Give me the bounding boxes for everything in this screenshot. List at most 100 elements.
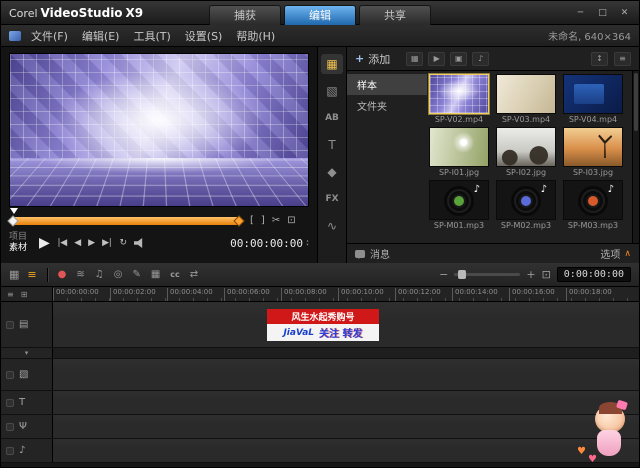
prev-frame-button[interactable]: ◀ <box>74 238 80 248</box>
record-capture-icon[interactable]: ● <box>58 269 67 280</box>
tab-edit[interactable]: 编辑 <box>284 5 356 25</box>
scrollbar-thumb[interactable] <box>634 73 638 131</box>
folder-folder[interactable]: 文件夹 <box>347 95 427 116</box>
media-thumbnail[interactable] <box>429 127 489 167</box>
instant-project-icon[interactable]: ▧ <box>321 81 343 101</box>
zoom-slider-thumb[interactable] <box>458 270 466 279</box>
message-button[interactable]: 消息 <box>355 246 390 261</box>
ruler-label: 00:00:04:00 <box>167 288 213 301</box>
show-all-icon[interactable]: ▦ <box>406 52 423 66</box>
tab-share[interactable]: 共享 <box>359 5 431 25</box>
media-thumbnail[interactable] <box>429 180 489 220</box>
storyboard-view-icon[interactable]: ▦ <box>9 268 19 281</box>
title-track-toggle[interactable] <box>6 399 14 407</box>
repeat-button[interactable]: ↻ <box>119 238 126 248</box>
play-button[interactable]: ▶ <box>39 235 49 251</box>
zoom-in-button[interactable]: + <box>526 268 535 281</box>
filter-icon[interactable]: FX <box>321 189 343 209</box>
home-button[interactable]: ∣◀ <box>57 238 66 248</box>
batch-convert-icon[interactable]: ⇄ <box>190 269 198 280</box>
music-track-toggle[interactable] <box>6 447 14 455</box>
show-audio-icon[interactable]: ♪ <box>472 52 489 66</box>
menu-help[interactable]: 帮助(H) <box>236 28 275 44</box>
voice-track-toggle[interactable] <box>6 423 14 431</box>
library-scrollbar[interactable] <box>632 71 639 243</box>
music-track-lane[interactable] <box>53 439 639 462</box>
enlarge-icon[interactable]: ⊡ <box>287 215 295 226</box>
sort-icon[interactable]: ↕ <box>591 52 608 66</box>
menu-file[interactable]: 文件(F) <box>31 28 68 44</box>
overlay-track-lane[interactable] <box>53 359 639 390</box>
multi-camera-icon[interactable]: ▦ <box>151 269 160 280</box>
media-thumbnail[interactable] <box>429 74 489 114</box>
zoom-out-button[interactable]: − <box>439 268 448 281</box>
title-track-lane[interactable] <box>53 391 639 414</box>
watermark-account-name: 风生水起秀购号 <box>267 309 379 324</box>
overlay-track-toggle[interactable] <box>6 371 14 379</box>
media-thumbnail[interactable] <box>496 180 556 220</box>
show-videos-icon[interactable]: ▶ <box>428 52 445 66</box>
timeline-view-icon[interactable]: ≡ <box>27 268 36 281</box>
mark-out-icon[interactable]: ] <box>261 215 265 226</box>
sound-mixer-icon[interactable]: ≋ <box>76 269 84 280</box>
menu-settings[interactable]: 设置(S) <box>185 28 223 44</box>
voice-track-lane[interactable] <box>53 415 639 438</box>
tab-capture[interactable]: 捕获 <box>209 5 281 25</box>
motion-tracking-icon[interactable]: ◎ <box>114 269 123 280</box>
voice-track-header[interactable]: Ψ <box>1 415 53 438</box>
options-button[interactable]: 选项 ∧ <box>600 246 631 261</box>
video-track-header[interactable]: ▤ <box>1 302 53 347</box>
add-button[interactable]: + 添加 <box>355 51 390 67</box>
media-thumbnail[interactable] <box>563 74 623 114</box>
player-timecode-value: 00:00:00:00 <box>230 237 303 250</box>
end-button[interactable]: ▶∣ <box>102 238 111 248</box>
menu-edit[interactable]: 编辑(E) <box>82 28 120 44</box>
timeline: ≡ ⊞ 00:00:00:0000:00:02:0000:00:04:0000:0… <box>1 287 639 468</box>
media-icon[interactable]: ▦ <box>321 54 343 74</box>
title-icon[interactable]: T <box>321 135 343 155</box>
next-frame-button[interactable]: ▶ <box>88 238 94 248</box>
media-thumbnail-label: SP-I02.jpg <box>496 168 556 177</box>
show-photos-icon[interactable]: ▣ <box>450 52 467 66</box>
scrub-row: [] ✂ ⊡ <box>9 214 309 227</box>
view-options-icon[interactable]: ≡ <box>614 52 631 66</box>
maximize-button[interactable]: □ <box>596 8 609 18</box>
zoom-slider[interactable] <box>454 273 520 276</box>
auto-music-icon[interactable]: ♫ <box>95 269 104 280</box>
motion-path-icon[interactable]: ∿ <box>321 216 343 236</box>
minimize-button[interactable]: ─ <box>574 8 587 18</box>
mode-clip[interactable]: 素材 <box>9 243 27 254</box>
gallery-folder-list: 样本文件夹 <box>347 71 427 243</box>
library-item: SP-V02.mp4 <box>429 74 491 124</box>
watermark-follow-line: JiaVaL 关注 转发 <box>267 324 379 341</box>
transition-icon[interactable]: AB <box>321 108 343 128</box>
mark-in-icon[interactable]: [ <box>250 215 254 226</box>
media-thumbnail[interactable] <box>496 74 556 114</box>
timeline-ruler[interactable]: 00:00:00:0000:00:02:0000:00:04:0000:00:0… <box>53 287 639 302</box>
painting-creator-icon[interactable]: ✎ <box>132 269 140 280</box>
video-track-toggle[interactable] <box>6 321 14 329</box>
fit-project-icon[interactable]: ⊡ <box>542 268 551 281</box>
volume-icon[interactable] <box>134 238 146 248</box>
close-button[interactable]: ✕ <box>618 8 631 18</box>
ruler-label: 00:00:06:00 <box>224 288 270 301</box>
mode-project[interactable]: 项目 <box>9 232 27 243</box>
track-collapse-header[interactable]: ▾ <box>1 348 53 358</box>
media-thumbnail[interactable] <box>563 127 623 167</box>
timecode-spinner[interactable]: ▴▾ <box>306 239 309 247</box>
music-track-header[interactable]: ♪ <box>1 439 53 462</box>
media-thumbnail[interactable] <box>563 180 623 220</box>
media-thumbnail[interactable] <box>496 127 556 167</box>
add-track-icon[interactable]: ⊞ <box>21 290 28 299</box>
overlay-track-header[interactable]: ▧ <box>1 359 53 390</box>
title-track-header[interactable]: T <box>1 391 53 414</box>
trim-bar[interactable] <box>11 217 241 225</box>
graphic-icon[interactable]: ◆ <box>321 162 343 182</box>
track-manager-icon[interactable]: ≡ <box>7 290 14 299</box>
menu-tools[interactable]: 工具(T) <box>133 28 170 44</box>
subtitle-editor-icon[interactable]: cc <box>170 270 179 279</box>
folder-samples[interactable]: 样本 <box>347 74 427 95</box>
trim-end-handle[interactable] <box>233 215 244 226</box>
split-icon[interactable]: ✂ <box>272 215 280 226</box>
video-track-icon: ▤ <box>19 319 28 330</box>
